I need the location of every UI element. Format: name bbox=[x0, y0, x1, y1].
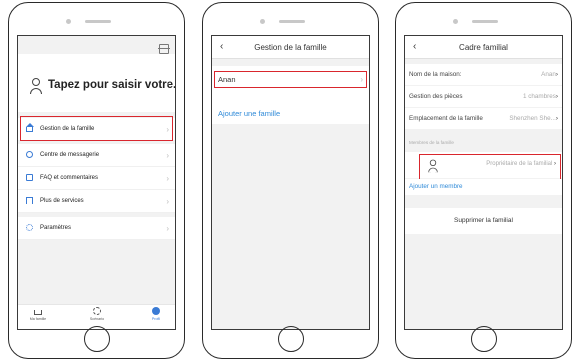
nav-bar: ‹ Gestion de la famille bbox=[212, 36, 369, 59]
setting-value: Shenzhen She... bbox=[509, 115, 556, 122]
chevron-right-icon: › bbox=[166, 151, 169, 160]
setting-key: Emplacement de la famille bbox=[409, 115, 483, 122]
settings-icon bbox=[26, 224, 33, 231]
phone-profile: Tapez pour saisir votre... › Gestion de … bbox=[8, 2, 185, 359]
camera-dot bbox=[66, 19, 71, 24]
menu-item-settings[interactable]: Paramètres › bbox=[18, 217, 175, 240]
setting-key: Nom de la maison: bbox=[409, 71, 462, 78]
profile-screen: Tapez pour saisir votre... › Gestion de … bbox=[17, 35, 176, 330]
setting-key: Gestion des pièces bbox=[409, 93, 463, 100]
menu-item-label: Plus de services bbox=[40, 197, 84, 204]
highlight-box bbox=[20, 116, 173, 141]
add-member-row: Ajouter un membre bbox=[405, 179, 562, 195]
speaker-bar bbox=[85, 20, 111, 23]
menu-item-faq[interactable]: FAQ et commentaires › bbox=[18, 167, 175, 190]
chevron-right-icon: › bbox=[166, 79, 169, 88]
family-settings-list: Nom de la maison: Anan› Gestion des pièc… bbox=[405, 64, 562, 130]
tab-label: Profil bbox=[151, 317, 161, 321]
menu-item-label: Paramètres bbox=[40, 224, 72, 231]
sun-icon bbox=[93, 307, 101, 315]
setting-row-location[interactable]: Emplacement de la famille Shenzhen She..… bbox=[405, 108, 562, 130]
faq-icon bbox=[26, 174, 33, 181]
chevron-right-icon: › bbox=[166, 197, 169, 206]
add-member-link[interactable]: Ajouter un membre bbox=[409, 183, 463, 190]
scan-icon[interactable] bbox=[158, 44, 170, 54]
delete-family-button[interactable]: Supprimer la familial bbox=[405, 217, 562, 224]
user-icon bbox=[152, 307, 160, 315]
phone-family-management: ‹ Gestion de la famille Anan › Ajouter u… bbox=[202, 2, 379, 359]
camera-dot bbox=[260, 19, 265, 24]
page-title: Gestion de la famille bbox=[254, 42, 327, 52]
setting-value: 1 chambres bbox=[522, 93, 556, 100]
tab-scenario[interactable]: Scénario bbox=[77, 307, 117, 321]
home-icon bbox=[34, 310, 42, 315]
menu-item-more-services[interactable]: Plus de services › bbox=[18, 190, 175, 213]
setting-row-rooms[interactable]: Gestion des pièces 1 chambres› bbox=[405, 86, 562, 108]
chevron-right-icon: › bbox=[166, 174, 169, 183]
chevron-right-icon: › bbox=[555, 93, 558, 100]
phone-family-frame: ‹ Cadre familial Nom de la maison: Anan›… bbox=[395, 2, 572, 359]
menu-group-settings: Paramètres › bbox=[18, 217, 175, 240]
menu-item-messages[interactable]: Centre de messagerie › bbox=[18, 144, 175, 167]
delete-family-row[interactable]: Supprimer la familial bbox=[405, 208, 562, 234]
avatar-icon bbox=[30, 78, 42, 94]
menu-item-label: FAQ et commentaires bbox=[40, 174, 99, 181]
speaker-bar bbox=[472, 20, 498, 23]
nav-bar: ‹ Cadre familial bbox=[405, 36, 562, 59]
menu-item-label: Centre de messagerie bbox=[40, 151, 100, 158]
members-section-label: Membres de la famille bbox=[409, 140, 454, 145]
highlight-box bbox=[419, 154, 561, 180]
add-family-link[interactable]: Ajouter une famille bbox=[218, 109, 280, 118]
chevron-right-icon: › bbox=[555, 71, 558, 78]
menu-group-services: Centre de messagerie › FAQ et commentair… bbox=[18, 144, 175, 213]
camera-dot bbox=[453, 19, 458, 24]
tab-profile[interactable]: Profil bbox=[136, 307, 175, 321]
family-frame-screen: ‹ Cadre familial Nom de la maison: Anan›… bbox=[404, 35, 563, 330]
flag-icon bbox=[26, 197, 33, 204]
tab-label: Ma famille bbox=[29, 317, 47, 321]
home-button[interactable] bbox=[83, 326, 110, 352]
setting-row-home-name[interactable]: Nom de la maison: Anan› bbox=[405, 64, 562, 86]
profile-name-prompt: Tapez pour saisir votre... bbox=[48, 79, 176, 91]
chevron-right-icon: › bbox=[555, 115, 558, 122]
message-icon bbox=[26, 151, 33, 158]
highlight-box bbox=[214, 71, 367, 88]
home-button[interactable] bbox=[470, 326, 497, 352]
tab-my-family[interactable]: Ma famille bbox=[18, 307, 58, 321]
speaker-bar bbox=[279, 20, 305, 23]
setting-value: Anan bbox=[541, 71, 556, 78]
family-management-screen: ‹ Gestion de la famille Anan › Ajouter u… bbox=[211, 35, 370, 330]
profile-card[interactable]: Tapez pour saisir votre... › bbox=[18, 54, 175, 112]
chevron-right-icon: › bbox=[166, 224, 169, 233]
tab-label: Scénario bbox=[89, 317, 105, 321]
home-button[interactable] bbox=[277, 326, 304, 352]
page-title: Cadre familial bbox=[459, 42, 508, 52]
